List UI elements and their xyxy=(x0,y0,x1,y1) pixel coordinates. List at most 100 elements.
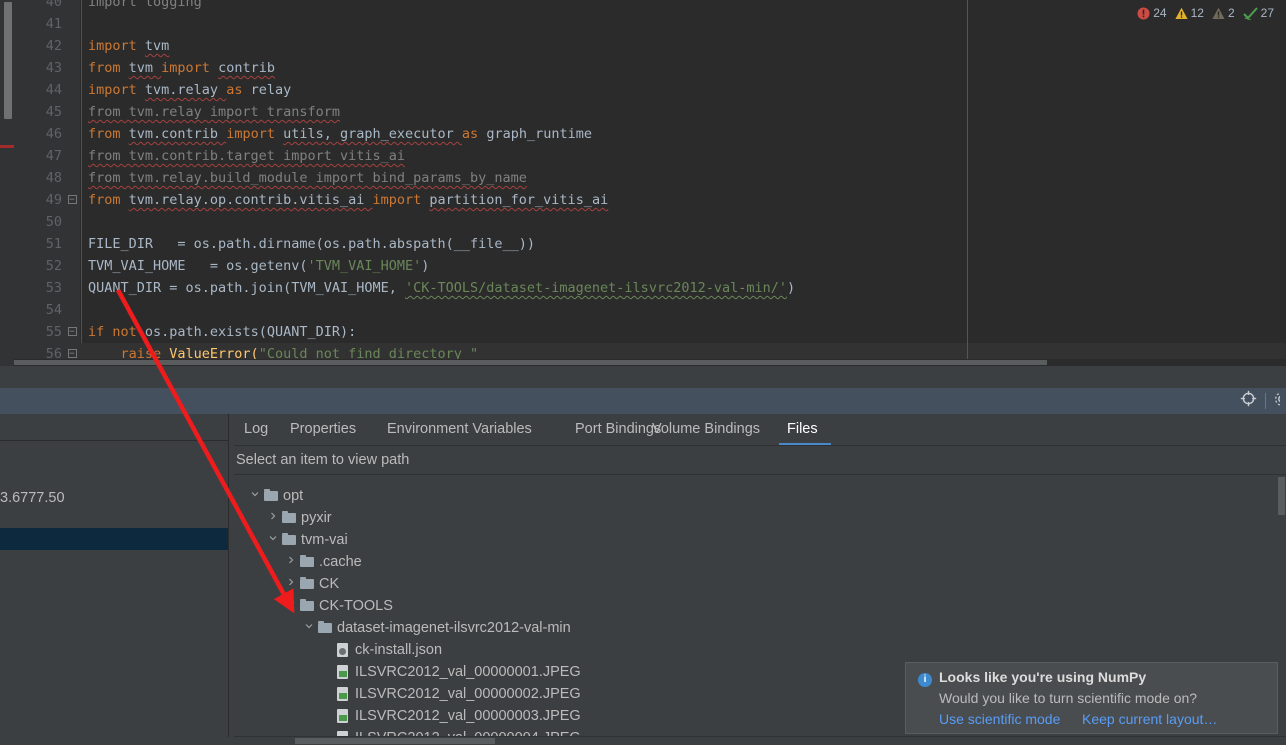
code-line[interactable]: import tvm.relay as relay xyxy=(88,79,291,101)
editor-horizontal-scrollbar-thumb[interactable] xyxy=(14,360,1047,365)
tab-files[interactable]: Files xyxy=(779,414,826,445)
tab-environment-variables[interactable]: Environment Variables xyxy=(379,414,540,445)
ok-count-group[interactable]: 27 xyxy=(1242,6,1274,20)
code-token: tvm.relay xyxy=(144,82,227,98)
splitter-handle[interactable] xyxy=(0,366,1286,388)
code-token: tvm.relay.op.contrib.vitis_ai xyxy=(128,192,373,208)
line-number: 52 xyxy=(45,258,62,274)
settings-gear-icon[interactable] xyxy=(1274,391,1280,412)
code-token: FILE_DIR = os.path.dirname(os.path.abspa… xyxy=(88,236,536,252)
chevron-down-icon[interactable] xyxy=(266,529,280,551)
code-line[interactable]: from tvm import contrib xyxy=(88,57,275,79)
folder-icon xyxy=(318,617,333,639)
inspection-widget[interactable]: 24 12 2 27 xyxy=(1137,6,1278,20)
code-token: TVM_VAI_HOME = os.getenv( xyxy=(88,258,308,274)
crosshair-target-icon[interactable] xyxy=(1240,390,1257,412)
tab-volume-bindings[interactable]: Volume Bindings xyxy=(644,414,768,445)
tree-row-label: .cache xyxy=(319,554,362,570)
code-token: from tvm.relay import transform xyxy=(88,104,340,120)
icon-glyph xyxy=(337,665,348,679)
code-token: partition_for_vitis_ai xyxy=(429,192,609,208)
tree-row[interactable]: dataset-imagenet-ilsvrc2012-val-min xyxy=(234,617,1286,639)
json-file-icon xyxy=(336,639,351,661)
code-line[interactable]: import tvm xyxy=(88,35,169,57)
tab-properties[interactable]: Properties xyxy=(282,414,364,445)
notification-balloon[interactable]: i Looks like you're using NumPy Would yo… xyxy=(905,662,1278,734)
code-token: import xyxy=(226,126,284,142)
code-line[interactable]: import logging xyxy=(88,0,202,13)
chevron-down-icon[interactable] xyxy=(284,595,298,617)
editor-tool-splitter[interactable] xyxy=(0,366,1286,388)
line-number: 53 xyxy=(45,280,62,296)
weak-warning-count: 2 xyxy=(1227,6,1235,20)
chevron-right-icon[interactable] xyxy=(284,551,298,573)
code-editor[interactable]: 40 import logging 41 42 import tvm 43 from tvm… xyxy=(0,0,1286,366)
line-number: 41 xyxy=(45,16,62,32)
code-line[interactable]: from tvm.contrib.target import vitis_ai xyxy=(88,145,405,167)
editor-horizontal-scrollbar-track[interactable] xyxy=(14,359,1286,366)
code-line[interactable]: QUANT_DIR = os.path.join(TVM_VAI_HOME, '… xyxy=(88,277,795,299)
code-token: os.path.exists(QUANT_DIR): xyxy=(144,324,357,340)
code-token: ) xyxy=(787,280,796,296)
weak-warning-icon xyxy=(1212,7,1225,19)
code-token: import logging xyxy=(88,0,202,10)
chevron-right-icon[interactable] xyxy=(284,573,298,595)
error-count-group[interactable]: 24 xyxy=(1137,6,1167,20)
chevron-right-icon[interactable] xyxy=(266,507,280,529)
tree-row-label: ILSVRC2012_val_00000001.JPEG xyxy=(355,664,581,680)
code-line[interactable]: from tvm.relay.build_module import bind_… xyxy=(88,167,527,189)
tree-row[interactable]: .cache xyxy=(234,551,1286,573)
warning-count-group[interactable]: 12 xyxy=(1174,6,1204,20)
tree-row[interactable]: pyxir xyxy=(234,507,1286,529)
tree-row[interactable]: ck-install.json xyxy=(234,639,1286,661)
folder-icon xyxy=(300,595,315,617)
code-line[interactable]: from tvm.relay import transform xyxy=(88,101,340,123)
code-token: from xyxy=(88,126,129,142)
tree-row-label: ILSVRC2012_val_00000003.JPEG xyxy=(355,708,581,724)
tree-row[interactable]: CK-TOOLS xyxy=(234,595,1286,617)
chevron-down-icon[interactable] xyxy=(248,485,262,507)
editor-vertical-scrollbar[interactable] xyxy=(4,2,12,119)
code-fold-toggle[interactable]: − xyxy=(66,189,78,211)
code-fold-toggle[interactable]: − xyxy=(66,321,78,343)
code-token: from tvm.contrib.target import vitis_ai xyxy=(88,148,405,164)
notification-body: Would you like to turn scientific mode o… xyxy=(939,690,1198,706)
left-panel-footer xyxy=(0,737,229,745)
image-file-icon xyxy=(336,683,351,705)
code-token: QUANT_DIR = os.path.join(TVM_VAI_HOME, xyxy=(88,280,405,296)
file-tree-horizontal-scrollbar[interactable] xyxy=(295,738,495,744)
left-list-panel[interactable]: 3.6777.50 xyxy=(0,414,229,745)
icon-glyph xyxy=(300,555,314,567)
weak-warning-count-group[interactable]: 2 xyxy=(1212,6,1235,20)
icon-glyph xyxy=(300,599,314,611)
code-line[interactable]: if not os.path.exists(QUANT_DIR): xyxy=(88,321,356,343)
tree-row[interactable]: CK xyxy=(234,573,1286,595)
chevron-down-icon[interactable] xyxy=(302,617,316,639)
warning-icon xyxy=(1174,7,1188,19)
icon-glyph xyxy=(337,687,348,701)
use-scientific-mode-link[interactable]: Use scientific mode xyxy=(939,711,1060,727)
code-line[interactable]: TVM_VAI_HOME = os.getenv('TVM_VAI_HOME') xyxy=(88,255,429,277)
tree-row[interactable]: tvm-vai xyxy=(234,529,1286,551)
code-token: as xyxy=(226,82,251,98)
code-token: tvm xyxy=(128,60,162,76)
tab-bar[interactable]: Log Properties Environment Variables Port B… xyxy=(234,414,1286,445)
code-token: relay xyxy=(250,82,292,98)
code-line[interactable]: FILE_DIR = os.path.dirname(os.path.abspa… xyxy=(88,233,535,255)
tree-row[interactable]: opt xyxy=(234,485,1286,507)
code-token: from xyxy=(88,192,129,208)
tool-window-header-actions xyxy=(1240,388,1280,414)
info-icon: i xyxy=(918,673,932,687)
tree-row-label: tvm-vai xyxy=(301,532,348,548)
code-line[interactable]: from tvm.contrib import utils, graph_exe… xyxy=(88,123,592,145)
line-number: 45 xyxy=(45,104,62,120)
code-line[interactable]: from tvm.relay.op.contrib.vitis_ai impor… xyxy=(88,189,608,211)
left-panel-value: 3.6777.50 xyxy=(0,490,65,506)
line-number: 49 xyxy=(45,192,62,208)
left-panel-selected-row[interactable] xyxy=(0,528,229,550)
tab-log[interactable]: Log xyxy=(236,414,276,445)
keep-current-layout-link[interactable]: Keep current layout… xyxy=(1082,711,1217,727)
editor-error-marker[interactable] xyxy=(0,145,14,148)
tree-row-label: CK xyxy=(319,576,340,592)
image-file-icon xyxy=(336,705,351,727)
